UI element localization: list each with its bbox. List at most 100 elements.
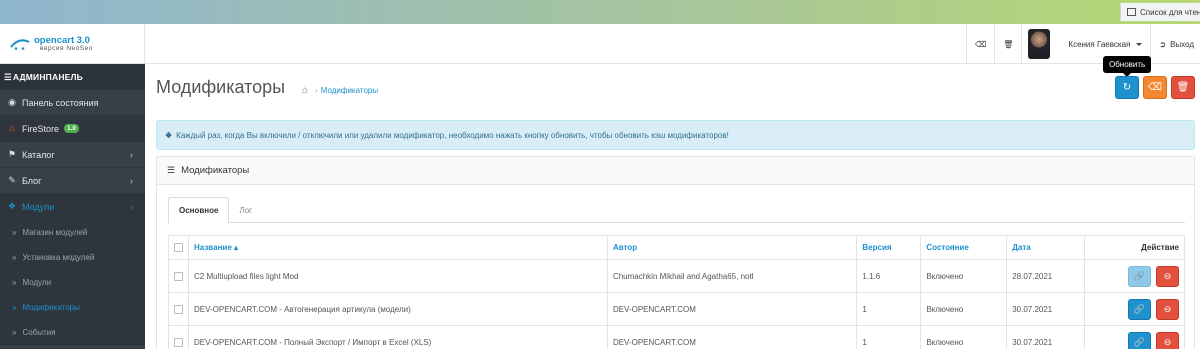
- select-all-cell: [168, 235, 189, 260]
- breadcrumb-separator: ›: [315, 86, 318, 95]
- minus-circle-icon: ⊖: [1163, 270, 1172, 281]
- breadcrumb-link[interactable]: Модификаторы: [321, 86, 378, 95]
- panel-heading: ☰ Модификаторы: [157, 157, 1194, 185]
- sort-caret-icon: ▴: [234, 243, 239, 252]
- sidebar-item-label: Панель состояния: [22, 97, 99, 108]
- browser-bookmark-bar: Список для чтения: [0, 0, 1200, 24]
- link-button[interactable]: 🔗: [1127, 265, 1151, 287]
- avatar: [1028, 29, 1051, 59]
- reading-list-button[interactable]: Список для чтения: [1120, 3, 1200, 21]
- list-icon: ☰: [167, 165, 176, 175]
- menu-icon: ☰: [4, 71, 12, 82]
- sidebar-title: АДМИНПАНЕЛЬ: [12, 72, 83, 82]
- cell-actions: 🔗 ⊖: [1084, 259, 1185, 293]
- app-header: opencart 3.0 версия NeoSeo ⌫ 🗑 Ксения Га…: [0, 24, 1200, 64]
- delete-cache-button[interactable]: 🗑: [994, 24, 1021, 64]
- refresh-button[interactable]: ↻: [1115, 76, 1139, 99]
- sidebar-item-label: Блог: [22, 175, 42, 186]
- sidebar-subitem-label: Магазин модулей: [22, 227, 88, 237]
- eraser-icon: ⌫: [974, 39, 987, 49]
- modifications-table: Название ▴ Автор Версия Состояние Дата Д…: [168, 235, 1185, 349]
- refresh-icon: ↻: [1122, 82, 1132, 93]
- cell-version: 1.1.6: [856, 259, 922, 293]
- sidebar-item-blog[interactable]: ✎ Блог ›: [0, 168, 145, 194]
- cell-date: 30.07.2021: [1006, 325, 1086, 349]
- row-checkbox-cell: [168, 259, 189, 293]
- cell-date: 28.07.2021: [1006, 259, 1086, 293]
- panel-title: Модификаторы: [181, 165, 250, 176]
- sidebar-subitem-modules[interactable]: » Модули: [0, 270, 145, 295]
- minus-circle-icon: ⊖: [1163, 336, 1172, 347]
- user-name: Ксения Гаевская: [1068, 39, 1131, 49]
- column-header-version[interactable]: Версия: [856, 235, 922, 260]
- sidebar-subitem-events[interactable]: » События: [0, 320, 145, 345]
- link-button[interactable]: 🔗: [1127, 298, 1151, 320]
- tab-log[interactable]: Лог: [229, 197, 262, 223]
- sidebar-subitem-module-store[interactable]: » Магазин модулей: [0, 220, 145, 245]
- disable-button[interactable]: ⊖: [1156, 331, 1179, 349]
- sidebar-subitem-modifications[interactable]: » Модификаторы: [0, 295, 145, 320]
- sidebar-item-modules[interactable]: ❖ Модули ›: [0, 194, 145, 220]
- disable-button[interactable]: ⊖: [1156, 265, 1179, 287]
- sidebar-item-label: FireStore: [22, 123, 60, 134]
- sidebar-item-firestore[interactable]: ♨ FireStore 1.0: [0, 116, 145, 142]
- tab-general[interactable]: Основное: [168, 197, 230, 224]
- modifications-panel: ☰ Модификаторы Основное Лог Название ▴ А…: [156, 156, 1195, 349]
- sign-out-icon: ➲: [1159, 39, 1167, 49]
- cart-logo-icon: [10, 38, 30, 50]
- delete-button[interactable]: 🗑: [1171, 76, 1195, 99]
- row-checkbox[interactable]: [174, 337, 183, 347]
- cell-status: Включено: [920, 292, 1008, 326]
- sidebar-subitem-label: Модули: [22, 277, 52, 287]
- sidebar-item-dashboard[interactable]: ◉ Панель состояния: [0, 90, 145, 116]
- column-header-author[interactable]: Автор: [606, 235, 858, 260]
- column-header-label: Название: [194, 243, 232, 252]
- select-all-checkbox[interactable]: [174, 243, 183, 253]
- pencil-icon: ✎: [8, 175, 16, 185]
- disable-button[interactable]: ⊖: [1156, 298, 1179, 320]
- column-header-date[interactable]: Дата: [1006, 235, 1086, 260]
- row-checkbox-cell: [168, 292, 189, 326]
- logo-title: opencart 3.0: [34, 34, 90, 46]
- cell-status: Включено: [920, 259, 1008, 293]
- chevron-right-icon: ›: [130, 150, 133, 160]
- logo-subtitle: версия NeoSeo: [40, 45, 93, 52]
- column-header-name[interactable]: Название ▴: [188, 235, 608, 260]
- sidebar-item-label: Модули: [22, 201, 55, 212]
- link-button[interactable]: 🔗: [1127, 331, 1151, 349]
- cell-actions: 🔗 ⊖: [1084, 292, 1185, 326]
- row-checkbox[interactable]: [174, 271, 183, 281]
- fire-icon: ♨: [7, 123, 17, 133]
- dashboard-icon: ◉: [8, 97, 16, 107]
- page-title: Модификаторы: [156, 77, 286, 97]
- cell-name: DEV-OPENCART.COM - Автогенерация артикул…: [188, 292, 608, 326]
- eraser-icon: ⌫: [1147, 82, 1163, 93]
- cell-version: 1: [856, 325, 922, 349]
- cell-date: 30.07.2021: [1006, 292, 1086, 326]
- clear-button[interactable]: ⌫: [1143, 76, 1167, 99]
- row-checkbox[interactable]: [174, 304, 183, 314]
- cell-status: Включено: [920, 325, 1008, 349]
- home-icon[interactable]: ⌂: [302, 85, 308, 96]
- clear-cache-button[interactable]: ⌫: [965, 24, 994, 64]
- column-header-status[interactable]: Состояние: [920, 235, 1008, 260]
- sidebar-header[interactable]: ☰ АДМИНПАНЕЛЬ: [0, 64, 145, 90]
- double-chevron-icon: »: [12, 327, 17, 337]
- main-content: Модификаторы ⌂ › Модификаторы Обновить ↻…: [145, 56, 1200, 349]
- column-header-action: Действие: [1084, 235, 1185, 260]
- table-row: DEV-OPENCART.COM - Полный Экспорт / Импо…: [168, 325, 1185, 349]
- double-chevron-icon: »: [12, 277, 17, 287]
- sidebar-subitem-installer[interactable]: » Установка модулей: [0, 245, 145, 270]
- cell-name: DEV-OPENCART.COM - Полный Экспорт / Импо…: [188, 325, 608, 349]
- sidebar-item-catalog[interactable]: ⚑ Каталог ›: [0, 142, 145, 168]
- cell-author: Chumachkin Mikhail and Agatha65, notl: [606, 259, 858, 293]
- logout-button[interactable]: ➲ Выход: [1150, 24, 1200, 64]
- link-icon: 🔗: [1133, 303, 1145, 314]
- sidebar: ☰ АДМИНПАНЕЛЬ ◉ Панель состояния ♨ FireS…: [0, 64, 145, 349]
- logo[interactable]: opencart 3.0 версия NeoSeo: [0, 24, 145, 64]
- sidebar-item-label: Каталог: [22, 149, 55, 160]
- sidebar-subitem-label: События: [22, 327, 56, 337]
- sidebar-subitem-label: Модификаторы: [22, 302, 80, 312]
- table-header-row: Название ▴ Автор Версия Состояние Дата Д…: [168, 235, 1185, 260]
- reading-list-icon: [1127, 8, 1136, 16]
